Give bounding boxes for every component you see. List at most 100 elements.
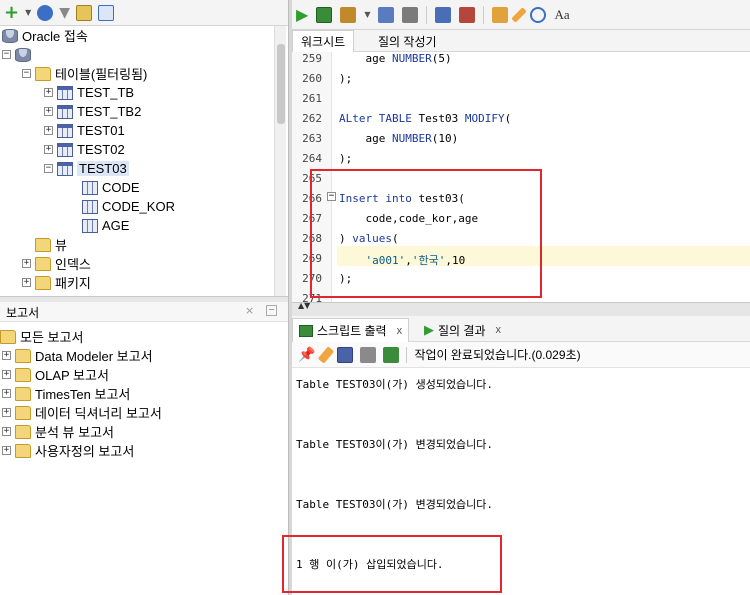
eraser-icon[interactable] [318, 345, 335, 364]
expand-toggle-icon[interactable]: + [22, 278, 31, 287]
folder-icon [15, 424, 31, 439]
indexes-folder-label: 인덱스 [55, 257, 91, 272]
tree-node-table[interactable]: + TEST_TB [44, 83, 134, 102]
export-icon[interactable] [383, 346, 400, 363]
expand-toggle-icon[interactable]: + [2, 370, 11, 379]
report-item[interactable]: + OLAP 보고서 [2, 365, 109, 384]
code-line: ); [339, 152, 353, 165]
tree-node-connection[interactable]: − [2, 45, 85, 64]
tree-node-table[interactable]: + TEST_TB2 [44, 102, 141, 121]
status-message: 작업이 완료되었습니다.(0.029초) [414, 348, 581, 362]
split-arrows-icon[interactable]: ▲▼ [298, 301, 310, 310]
line-number: 262 [302, 112, 322, 125]
save-icon[interactable] [337, 346, 354, 363]
commit-icon[interactable] [435, 6, 452, 23]
close-tab-icon[interactable]: x [496, 324, 502, 336]
report-item-label: 사용자정의 보고서 [35, 444, 135, 459]
table-icon [57, 85, 73, 100]
connection-name-redacted [35, 47, 85, 62]
folder-icon [35, 66, 51, 81]
highlight-box-insert-result [282, 535, 502, 593]
run-statement-icon[interactable]: ▶ [296, 5, 308, 24]
scrollbar-thumb[interactable] [277, 44, 285, 124]
expand-toggle-icon[interactable]: + [2, 389, 11, 398]
report-item[interactable]: + Data Modeler 보고서 [2, 346, 153, 365]
expand-toggle-icon[interactable]: + [2, 427, 11, 436]
code-line: age NUMBER(10) [339, 132, 459, 145]
tree-node-table[interactable]: + TEST01 [44, 121, 125, 140]
expand-toggle-icon[interactable]: + [44, 107, 53, 116]
rollback-icon[interactable] [459, 6, 476, 23]
table-label: TEST02 [77, 142, 125, 157]
query-result-icon: ▶ [424, 322, 434, 337]
report-item[interactable]: + 분석 뷰 보고서 [2, 422, 114, 441]
tab-query-result[interactable]: ▶ 질의 결과 x [418, 318, 507, 342]
explain-plan-icon[interactable] [378, 6, 395, 23]
autotrace-icon[interactable] [340, 6, 357, 23]
collapse-toggle-icon[interactable]: − [44, 164, 53, 173]
tree-node-packages[interactable]: + 패키지 [22, 273, 91, 292]
collapse-icon[interactable] [98, 4, 115, 21]
navigator-toolbar: + ▼ ▼ [0, 0, 288, 26]
minimize-icon[interactable]: − [266, 305, 277, 316]
tab-worksheet-label: 워크시트 [301, 35, 346, 49]
column-icon [82, 199, 98, 214]
tree-node-indexes[interactable]: + 인덱스 [22, 254, 91, 273]
history-icon[interactable] [530, 6, 547, 23]
close-icon[interactable]: × [245, 304, 254, 317]
reports-panel-header: 보고서 × − [0, 302, 288, 322]
filter-icon[interactable]: ▼ [59, 5, 70, 21]
expand-toggle-icon[interactable]: + [2, 446, 11, 455]
script-output-icon [299, 324, 313, 337]
report-item[interactable]: + 데이터 딕셔너리 보고서 [2, 403, 162, 422]
tree-node-table-selected[interactable]: − TEST03 [44, 159, 129, 178]
collapse-toggle-icon[interactable]: − [2, 50, 11, 59]
expand-toggle-icon[interactable]: + [44, 145, 53, 154]
add-connection-icon[interactable]: + [4, 3, 19, 21]
editor-output-splitter[interactable]: ▲▼ [292, 301, 750, 316]
tree-node-column[interactable]: CODE [82, 178, 140, 197]
connections-tree: Oracle 접속 − − 테이블(필터링됨) + TEST_TB + TEST… [0, 26, 288, 296]
pin-icon[interactable]: 📌 [298, 346, 315, 363]
tree-node-column[interactable]: CODE_KOR [82, 197, 175, 216]
tab-worksheet[interactable]: 워크시트 [292, 30, 355, 52]
tree-node-table[interactable]: + TEST02 [44, 140, 125, 159]
collapse-toggle-icon[interactable]: − [22, 69, 31, 78]
tree-node-views[interactable]: 뷰 [22, 235, 67, 254]
table-icon [57, 123, 73, 138]
tab-script-output[interactable]: 스크립트 출력 x [292, 318, 410, 342]
close-tab-icon[interactable]: x [397, 325, 403, 337]
expand-toggle-icon[interactable]: + [44, 88, 53, 97]
expand-toggle-icon[interactable]: + [2, 408, 11, 417]
schema-browser-icon[interactable] [76, 4, 93, 21]
report-item[interactable]: + TimesTen 보고서 [2, 384, 130, 403]
reports-root[interactable]: 모든 보고서 [0, 327, 83, 346]
tree-scrollbar[interactable] [274, 26, 286, 296]
column-icon [82, 180, 98, 195]
tree-node-tables[interactable]: − 테이블(필터링됨) [22, 64, 147, 83]
expand-toggle-icon[interactable]: + [2, 351, 11, 360]
expand-toggle-icon[interactable]: + [22, 259, 31, 268]
sql-history-icon[interactable] [492, 6, 509, 23]
print-icon[interactable] [360, 346, 377, 363]
column-label: CODE [102, 180, 140, 195]
refresh-icon[interactable] [37, 4, 54, 21]
format-icon[interactable]: Aa [554, 7, 569, 23]
connection-label: Oracle 접속 [22, 29, 88, 44]
report-item-label: 분석 뷰 보고서 [35, 425, 114, 440]
tree-node-connections[interactable]: Oracle 접속 [2, 26, 88, 45]
tab-query-builder-label: 질의 작성기 [378, 34, 437, 49]
output-tabbar: 스크립트 출력 x ▶ 질의 결과 x [292, 316, 750, 342]
table-icon [57, 104, 73, 119]
tab-query-builder[interactable]: 질의 작성기 [372, 30, 443, 52]
tree-node-column[interactable]: AGE [82, 216, 129, 235]
dropdown-arrow-icon[interactable]: ▼ [25, 8, 31, 17]
sql-tuning-icon[interactable] [402, 6, 419, 23]
clear-icon[interactable] [511, 6, 528, 23]
table-label: TEST01 [77, 123, 125, 138]
report-item[interactable]: + 사용자정의 보고서 [2, 441, 134, 460]
expand-toggle-icon[interactable]: + [44, 126, 53, 135]
dropdown-arrow-icon[interactable]: ▼ [364, 10, 370, 19]
run-script-icon[interactable] [316, 6, 333, 23]
line-number: 260 [302, 72, 322, 85]
